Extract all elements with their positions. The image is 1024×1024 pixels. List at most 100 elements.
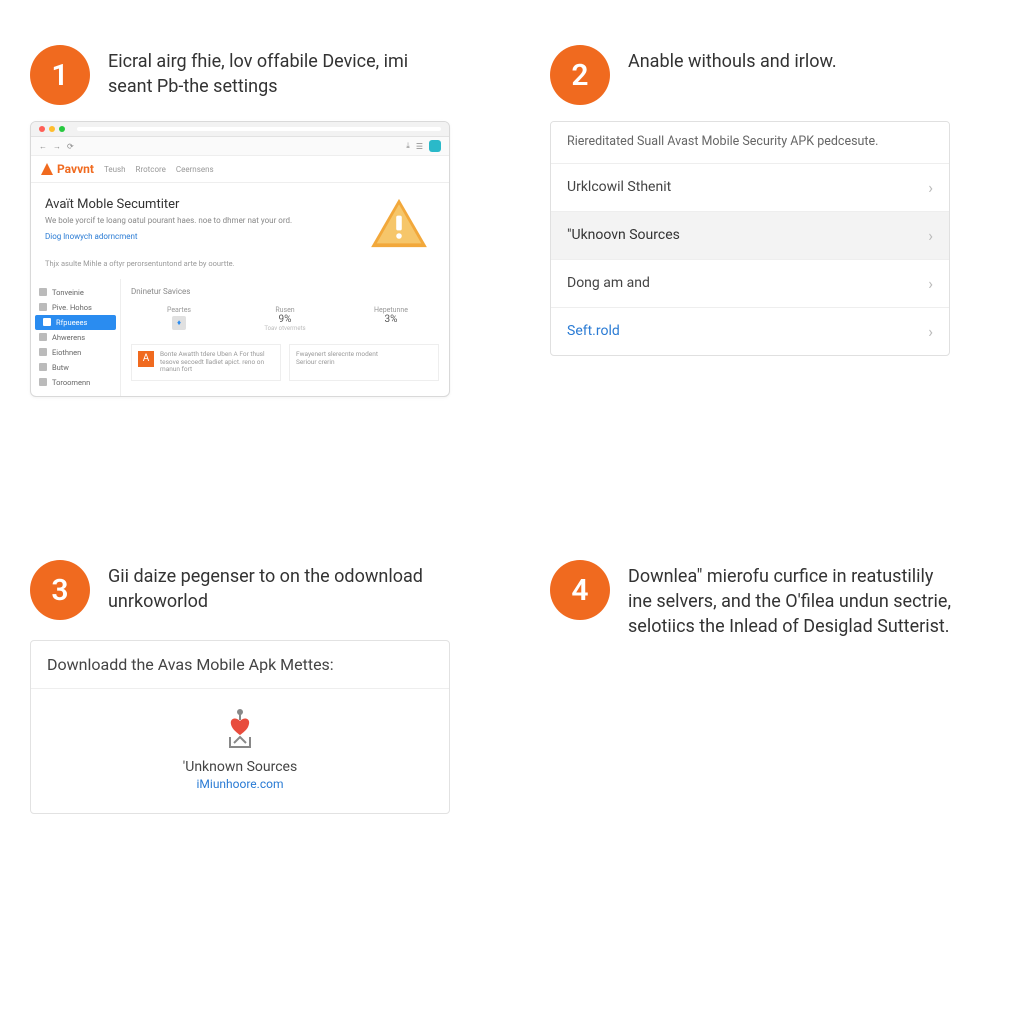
window-minimize-icon[interactable] — [49, 126, 55, 132]
settings-row[interactable]: Dong am and › — [551, 260, 949, 308]
download-card-title: Downloadd the Avas Mobile Apk Mettes: — [31, 641, 449, 689]
sidebar-item[interactable]: Eiothnen — [31, 345, 120, 360]
chevron-right-icon: › — [928, 274, 933, 293]
nav-fwd-icon[interactable]: → — [53, 142, 61, 151]
browser-tab[interactable] — [77, 127, 441, 131]
step-3-text: Gii daize pegenser to on the odownload u… — [108, 560, 438, 614]
account-icon[interactable] — [429, 140, 441, 152]
download-link[interactable]: iMiunhoore.com — [31, 777, 449, 791]
card-sub: tesove secoedt lladiet apict. reno on ma… — [160, 359, 274, 375]
dashboard-main: Dninetur Savices Peartes ♦ Rusen 9% Toav… — [121, 279, 449, 396]
site-logo[interactable]: Pavvnt — [41, 162, 94, 176]
avast-badge-icon: A — [138, 351, 154, 367]
stat-label: Rusen — [237, 306, 333, 314]
sidebar-label: Pive. Hohos — [52, 303, 92, 312]
settings-row-unknown-sources[interactable]: "Uknoovn Sources › — [551, 212, 949, 260]
settings-row-link[interactable]: Seft.rold › — [551, 308, 949, 355]
step-4: 4 Downlea" mierofu curfice in reatustili… — [550, 560, 990, 656]
stat-card: Peartes ♦ — [131, 302, 227, 336]
download-card-body: 'Unknown Sources iMiunhoore.com — [31, 689, 449, 813]
download-label: 'Unknown Sources — [31, 759, 449, 775]
sidebar-icon — [39, 288, 47, 296]
download-icon[interactable]: ⤓ — [406, 141, 410, 151]
stat-sub: Toav otvermets — [237, 325, 333, 332]
dashboard: Tonveinie Pive. Hohos Rfpueees Ahwerens … — [31, 279, 449, 396]
download-heart-icon — [220, 707, 260, 751]
site-nav: Teush Rrotcore Ceernsens — [104, 165, 214, 174]
warning-triangle-icon — [369, 197, 429, 249]
browser-mock: ← → ⟳ ⤓ ☰ Pavvnt Teush Rrotcore Ceernsen… — [30, 121, 450, 397]
stat-label: Hepetunne — [343, 306, 439, 314]
sidebar-label: Toroomenn — [52, 378, 90, 387]
sidebar-label: Butw — [52, 363, 69, 372]
sidebar-icon — [39, 348, 47, 356]
nav-back-icon[interactable]: ← — [39, 142, 47, 151]
window-zoom-icon[interactable] — [59, 126, 65, 132]
step-4-header: 4 Downlea" mierofu curfice in reatustili… — [550, 560, 990, 640]
stat-card: Hepetunne 3% — [343, 302, 439, 336]
chevron-right-icon: › — [928, 226, 933, 245]
hero: Avaït Moble Secumtiter We bole yorcif te… — [31, 183, 449, 259]
nav-link[interactable]: Teush — [104, 165, 126, 174]
sidebar-icon — [43, 318, 51, 326]
stat-label: Peartes — [131, 306, 227, 314]
chevron-right-icon: › — [928, 178, 933, 197]
step-1-text: Eicral airg fhie, lov offabile Device, i… — [108, 45, 438, 99]
sidebar-item[interactable]: Butw — [31, 360, 120, 375]
step-1-badge: 1 — [30, 45, 90, 105]
hero-text: Avaït Moble Secumtiter We bole yorcif te… — [45, 197, 359, 241]
card-sub: Seriour crerin — [296, 359, 378, 367]
step-2: 2 Anable withouls and irlow. Riereditate… — [550, 45, 990, 356]
nav-link[interactable]: Ceernsens — [176, 165, 214, 174]
settings-label: Dong am and — [567, 275, 650, 291]
hero-link[interactable]: Diog lnowych adorncment — [45, 232, 359, 241]
stat-value: 3% — [343, 314, 439, 325]
step-2-badge: 2 — [550, 45, 610, 105]
window-close-icon[interactable] — [39, 126, 45, 132]
step-3-header: 3 Gii daize pegenser to on the odownload… — [30, 560, 480, 620]
settings-label: "Uknoovn Sources — [567, 227, 680, 243]
sidebar-item[interactable]: Tonveinie — [31, 285, 120, 300]
info-card[interactable]: A Bonte Awatth tdere Uben A For thusl te… — [131, 344, 281, 381]
settings-label: Urklcowil Sthenit — [567, 179, 671, 195]
step-3: 3 Gii daize pegenser to on the odownload… — [30, 560, 480, 814]
settings-label: Seft.rold — [567, 323, 620, 339]
sidebar-label: Tonveinie — [52, 288, 84, 297]
download-card: Downloadd the Avas Mobile Apk Mettes: 'U… — [30, 640, 450, 814]
step-3-badge: 3 — [30, 560, 90, 620]
section-title: Dninetur Savices — [131, 287, 439, 296]
browser-titlebar — [31, 122, 449, 137]
sidebar-item[interactable]: Ahwerens — [31, 330, 120, 345]
nav-link[interactable]: Rrotcore — [136, 165, 166, 174]
settings-list: Riereditated Suall Avast Mobile Security… — [550, 121, 950, 356]
sidebar-item[interactable]: Toroomenn — [31, 375, 120, 390]
step-1: 1 Eicral airg fhie, lov offabile Device,… — [30, 45, 480, 397]
hero-title: Avaït Moble Secumtiter — [45, 197, 359, 212]
browser-toolbar: ← → ⟳ ⤓ ☰ — [31, 137, 449, 156]
sidebar-label: Eiothnen — [52, 348, 81, 357]
info-card[interactable]: Fwayenert slerecnte modent Seriour creri… — [289, 344, 439, 381]
card-row: A Bonte Awatth tdere Uben A For thusl te… — [131, 344, 439, 381]
sidebar-label: Ahwerens — [52, 333, 85, 342]
sidebar-label: Rfpueees — [56, 318, 87, 327]
stat-card: Rusen 9% Toav otvermets — [237, 302, 333, 336]
step-1-header: 1 Eicral airg fhie, lov offabile Device,… — [30, 45, 480, 105]
sidebar-icon — [39, 303, 47, 311]
sidebar-item[interactable]: Pive. Hohos — [31, 300, 120, 315]
sidebar-item-active[interactable]: Rfpueees — [35, 315, 116, 330]
site-header: Pavvnt Teush Rrotcore Ceernsens — [31, 156, 449, 183]
reader-icon[interactable]: ☰ — [416, 142, 423, 151]
sidebar: Tonveinie Pive. Hohos Rfpueees Ahwerens … — [31, 279, 121, 396]
step-4-text: Downlea" mierofu curfice in reatustilily… — [628, 560, 958, 640]
logo-triangle-icon — [41, 163, 53, 175]
step-2-text: Anable withouls and irlow. — [628, 45, 837, 74]
hero-subtitle: We bole yorcif te loang oatul pourant ha… — [45, 216, 359, 226]
step-2-header: 2 Anable withouls and irlow. — [550, 45, 990, 105]
hero-footer-text: Thjx asulte Mihle a oftyr perorsentunton… — [31, 259, 449, 279]
sidebar-icon — [39, 378, 47, 386]
chevron-right-icon: › — [928, 322, 933, 341]
nav-reload-icon[interactable]: ⟳ — [67, 142, 74, 151]
sidebar-icon — [39, 363, 47, 371]
shield-icon: ♦ — [172, 316, 186, 330]
settings-row[interactable]: Urklcowil Sthenit › — [551, 164, 949, 212]
